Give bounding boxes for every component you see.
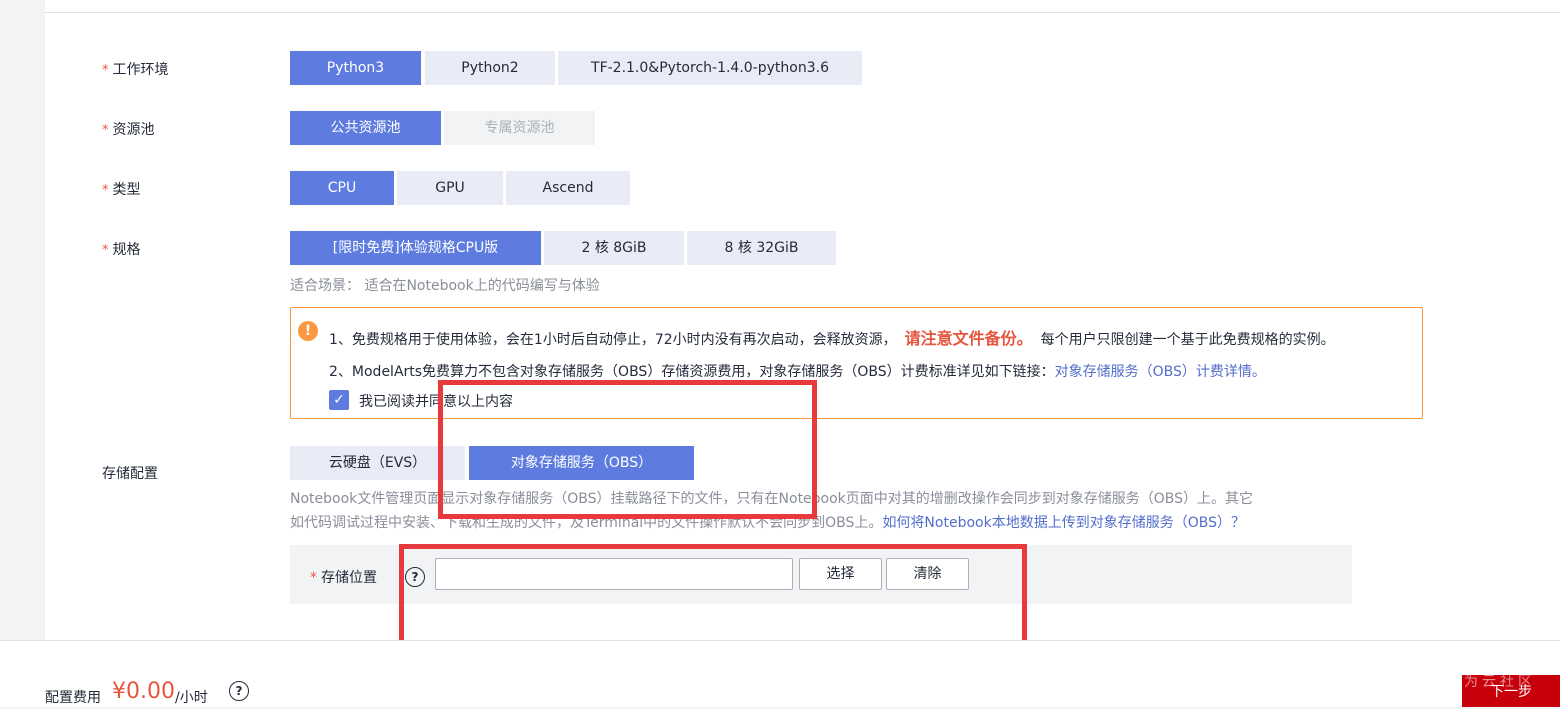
footer-bar: 配置费用 ¥0.00 /小时 ? 下一步 为云社区 (0, 640, 1560, 707)
type-label: * 类型 (102, 182, 141, 198)
spec-option-8core[interactable]: 8 核 32GiB (687, 231, 836, 265)
fee-unit: /小时 (175, 690, 208, 706)
type-option-ascend[interactable]: Ascend (506, 171, 630, 205)
notebook-config-panel: * 工作环境 Python3 Python2 TF-2.1.0&Pytorch-1… (45, 0, 1560, 640)
storage-option-obs[interactable]: 对象存储服务（OBS） (469, 446, 694, 480)
storage-desc-line-2: 如代码调试过程中安装、下载和生成的文件，及Terminal中的文件操作默认不会同… (290, 511, 1320, 535)
storage-desc-line-2-text: 如代码调试过程中安装、下载和生成的文件，及Terminal中的文件操作默认不会同… (290, 515, 883, 531)
required-mark: * (102, 123, 109, 138)
watermark-text: 为云社区 (1464, 674, 1536, 690)
pool-label: * 资源池 (102, 122, 155, 138)
storage-location-label: * 存储位置 (310, 570, 377, 586)
free-spec-notice: ! 1、免费规格用于使用体验，会在1小时后自动停止，72小时内没有再次启动，会释… (290, 307, 1423, 419)
spec-option-free-cpu[interactable]: [限时免费]体验规格CPU版 (290, 231, 541, 265)
storage-location-input[interactable] (435, 558, 793, 590)
pool-option-public[interactable]: 公共资源池 (290, 111, 441, 145)
required-mark: * (102, 183, 109, 198)
env-option-python3[interactable]: Python3 (290, 51, 421, 85)
fee-help-icon[interactable]: ? (229, 681, 249, 701)
upload-guide-link[interactable]: 如何将Notebook本地数据上传到对象存储服务（OBS）？ (882, 515, 1245, 531)
storage-desc-line-1: Notebook文件管理页面显示对象存储服务（OBS）挂载路径下的文件，只有在N… (290, 491, 1254, 507)
storage-location-row: * 存储位置 ? 选择 清除 (290, 545, 1352, 604)
agree-checkbox[interactable]: ✓ (329, 390, 349, 410)
spec-option-2core[interactable]: 2 核 8GiB (544, 231, 684, 265)
type-option-gpu[interactable]: GPU (397, 171, 503, 205)
clear-button[interactable]: 清除 (886, 558, 969, 590)
notice-line-2-text: 2、ModelArts免费算力不包含对象存储服务（OBS）存储资源费用，对象存储… (329, 364, 1055, 380)
divider (45, 12, 1560, 13)
required-mark: * (310, 570, 317, 586)
obs-billing-link[interactable]: 对象存储服务（OBS）计费详情。 (1055, 364, 1266, 380)
required-mark: * (102, 63, 109, 78)
backup-warning: 请注意文件备份。 (904, 329, 1033, 348)
spec-label: * 规格 (102, 242, 141, 258)
required-mark: * (102, 243, 109, 258)
storage-option-evs[interactable]: 云硬盘（EVS） (290, 446, 465, 480)
storage-label: 存储配置 (102, 466, 158, 482)
warning-icon: ! (298, 321, 318, 341)
notice-line-1-text: 1、免费规格用于使用体验，会在1小时后自动停止，72小时内没有再次启动，会释放资… (329, 332, 897, 348)
env-label: * 工作环境 (102, 62, 169, 78)
help-icon[interactable]: ? (405, 567, 425, 587)
agree-label[interactable]: 我已阅读并同意以上内容 (359, 391, 513, 411)
fee-value: ¥0.00 (112, 679, 175, 704)
fee-label: 配置费用 (45, 690, 101, 706)
notice-line-2: 2、ModelArts免费算力不包含对象存储服务（OBS）存储资源费用，对象存储… (329, 361, 1266, 381)
spec-scenario: 适合场景： 适合在Notebook上的代码编写与体验 (290, 278, 600, 294)
storage-description: Notebook文件管理页面显示对象存储服务（OBS）挂载路径下的文件，只有在N… (290, 487, 1320, 535)
notice-line-1: 1、免费规格用于使用体验，会在1小时后自动停止，72小时内没有再次启动，会释放资… (329, 325, 1335, 349)
pool-option-dedicated[interactable]: 专属资源池 (444, 111, 595, 145)
type-option-cpu[interactable]: CPU (290, 171, 394, 205)
notice-line-1-suffix: 每个用户只限创建一个基于此免费规格的实例。 (1040, 332, 1335, 348)
select-button[interactable]: 选择 (799, 558, 882, 590)
env-option-python2[interactable]: Python2 (425, 51, 555, 85)
env-option-tf-pytorch[interactable]: TF-2.1.0&Pytorch-1.4.0-python3.6 (558, 51, 862, 85)
